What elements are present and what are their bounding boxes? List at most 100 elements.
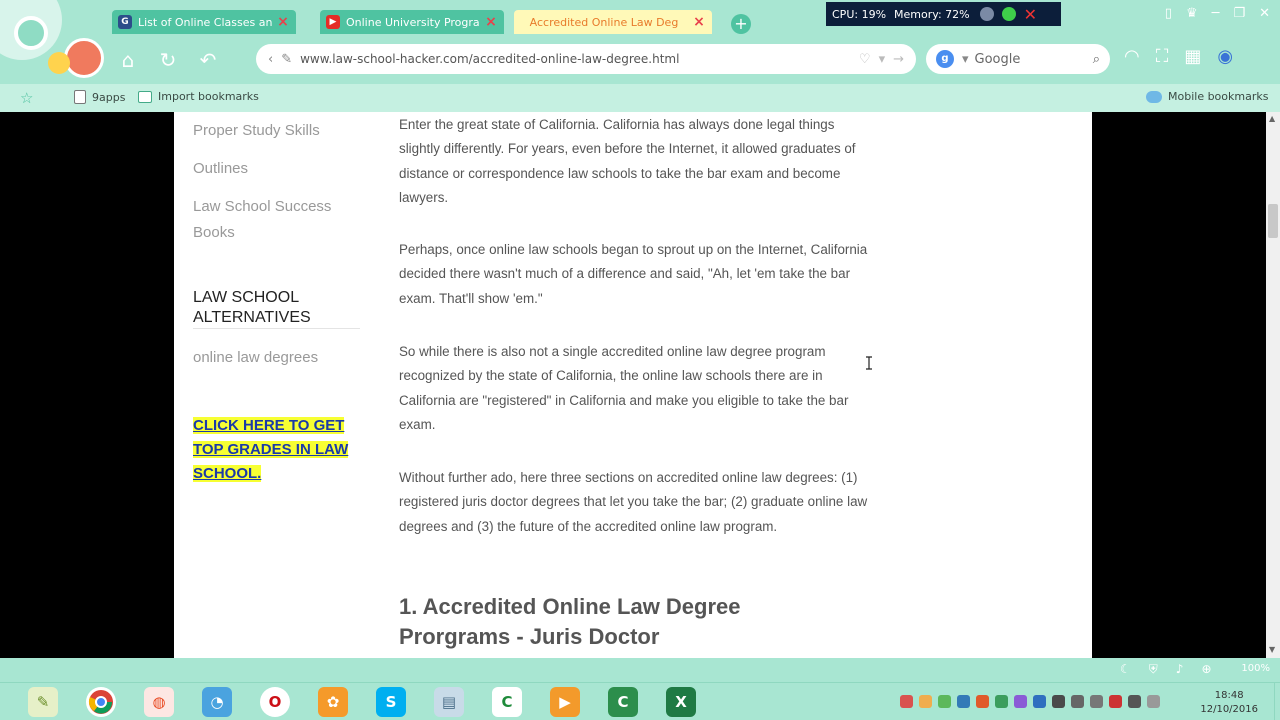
scrollbar[interactable]: ▲ ▼ <box>1266 112 1280 658</box>
tray-app-icon[interactable] <box>1014 695 1027 708</box>
heart-icon[interactable]: ♡ <box>859 52 871 67</box>
camtasia-recorder-icon[interactable]: C <box>608 687 638 717</box>
tray-app-icon[interactable] <box>919 695 932 708</box>
section-heading: 1. Accredited Online Law Degree Prorgram… <box>399 594 741 649</box>
go-arrow-icon[interactable]: → <box>893 52 904 67</box>
crown-icon[interactable]: ♛ <box>1186 6 1198 21</box>
shield-icon[interactable] <box>1033 695 1046 708</box>
bookmark-import[interactable]: Import bookmarks <box>138 90 259 103</box>
webpage: Proper Study Skills Outlines Law School … <box>174 112 1092 658</box>
scroll-up-icon[interactable]: ▲ <box>1269 114 1275 123</box>
media-player-icon[interactable]: ▶ <box>550 687 580 717</box>
cpu-usage: CPU: 19% <box>832 7 887 21</box>
close-icon[interactable]: × <box>692 14 706 30</box>
cloud-icon <box>1146 90 1162 103</box>
tab-online-classes[interactable]: G List of Online Classes and I × <box>112 10 296 34</box>
taskbar-clock[interactable]: 18:48 12/10/2016 <box>1200 689 1258 717</box>
tab-accredited-law[interactable]: Accredited Online Law Deg × <box>514 10 712 34</box>
tab-online-university[interactable]: ▶ Online University Programs × <box>320 10 504 34</box>
close-icon[interactable]: × <box>276 14 290 30</box>
window-controls: ▯ ♛ ─ ❐ ✕ <box>1165 6 1270 21</box>
tray-app-icon[interactable] <box>938 695 951 708</box>
bookmark-9apps[interactable]: 9apps <box>74 90 125 104</box>
signal-icon[interactable] <box>1128 695 1141 708</box>
scroll-down-icon[interactable]: ▼ <box>1269 645 1275 654</box>
apps-grid-icon[interactable]: ▦ <box>1184 46 1201 67</box>
network-icon[interactable] <box>1109 695 1122 708</box>
refresh-icon[interactable]: ↻ <box>154 46 182 74</box>
new-tab-button[interactable]: + <box>731 14 751 34</box>
wifi-icon[interactable]: ◠ <box>1124 46 1140 67</box>
tab-title: Online University Programs <box>346 15 480 29</box>
fullscreen-icon[interactable]: ⛶ <box>1156 46 1169 67</box>
search-box[interactable]: g ▾ Google ⌕ <box>926 44 1110 74</box>
close-icon[interactable]: × <box>484 14 498 30</box>
home-icon[interactable]: ⌂ <box>114 46 142 74</box>
scrollbar-thumb[interactable] <box>1268 204 1278 238</box>
restore-icon[interactable]: ❐ <box>1233 6 1245 21</box>
battery-icon[interactable] <box>1071 695 1084 708</box>
paragraph: Enter the great state of California. Cal… <box>399 117 856 206</box>
gear-icon[interactable] <box>979 7 994 21</box>
cta-text[interactable]: CLICK HERE TO GET TOP GRADES IN LAW SCHO… <box>193 417 349 482</box>
tray-app-icon[interactable] <box>976 695 989 708</box>
browser-app-icon[interactable]: ◍ <box>144 687 174 717</box>
right-toolbar: ◠ ⛶ ▦ ◉ <box>1124 46 1233 67</box>
zoom-icon[interactable]: ⊕ <box>1201 662 1211 677</box>
tray-app-icon[interactable] <box>900 695 913 708</box>
memory-usage: Memory: 72% <box>894 7 970 21</box>
bluetooth-icon[interactable] <box>1052 695 1065 708</box>
skin-icon[interactable]: ▯ <box>1165 6 1172 21</box>
camtasia-icon[interactable]: C <box>492 687 522 717</box>
status-icon[interactable] <box>1001 7 1016 21</box>
undo-icon[interactable]: ↶ <box>194 46 222 74</box>
close-window-icon[interactable]: ✕ <box>1259 6 1270 21</box>
chrome-icon[interactable] <box>86 687 116 717</box>
skype-icon[interactable]: S <box>376 687 406 717</box>
address-bar[interactable]: ‹ ✎ www.law-school-hacker.com/accredited… <box>256 44 916 74</box>
night-mode-icon[interactable]: ☾ <box>1120 662 1131 677</box>
dropdown-chevron-icon[interactable]: ▾ <box>879 52 886 67</box>
keyboard-icon[interactable] <box>1147 695 1160 708</box>
url-text[interactable]: www.law-school-hacker.com/accredited-onl… <box>300 52 851 66</box>
text-cursor-icon <box>866 356 872 370</box>
tray-app-icon[interactable] <box>957 695 970 708</box>
opera-icon[interactable]: O <box>260 687 290 717</box>
chat-app-icon[interactable]: ◔ <box>202 687 232 717</box>
notes-app-icon[interactable]: ▤ <box>434 687 464 717</box>
tab-favicon: G <box>118 15 132 29</box>
uc-browser-icon[interactable]: ✿ <box>318 687 348 717</box>
sidebar-link-study-skills[interactable]: Proper Study Skills <box>193 118 320 144</box>
bookmark-label: Import bookmarks <box>158 90 259 103</box>
zoom-level[interactable]: 100% <box>1241 663 1270 674</box>
tab-title: List of Online Classes and I <box>138 15 272 29</box>
show-desktop-button[interactable] <box>1274 683 1280 720</box>
search-icon[interactable]: ⌕ <box>1093 52 1100 67</box>
taskbar: ✎ ◍ ◔ O ✿ S ▤ C ▶ C X 18:48 12/10/2016 <box>0 682 1280 720</box>
star-icon[interactable]: ☆ <box>20 89 33 107</box>
volume-icon[interactable] <box>1090 695 1103 708</box>
sidebar-link-success-books[interactable]: Law School Success Books <box>193 194 343 246</box>
back-chevron-icon[interactable]: ‹ <box>268 52 273 67</box>
sidebar-link-outlines[interactable]: Outlines <box>193 156 248 182</box>
tray-app-icon[interactable] <box>995 695 1008 708</box>
site-security-icon[interactable]: ✎ <box>281 52 292 67</box>
excel-icon[interactable]: X <box>666 687 696 717</box>
chevron-down-icon[interactable]: ▾ <box>962 52 969 67</box>
bookmark-mobile[interactable]: Mobile bookmarks <box>1146 90 1268 103</box>
import-icon <box>138 90 152 103</box>
bookmark-label: Mobile bookmarks <box>1168 90 1269 103</box>
shield-icon[interactable]: ⛨ <box>1149 662 1158 677</box>
close-icon[interactable]: ✕ <box>1024 5 1037 24</box>
divider <box>193 328 360 329</box>
volume-icon[interactable]: ♪ <box>1176 662 1184 677</box>
search-input[interactable]: Google <box>975 52 1093 67</box>
paragraph: Without further ado, here three sections… <box>399 470 868 534</box>
tab-bar: G List of Online Classes and I × ▶ Onlin… <box>0 0 1280 42</box>
search-engine-icon[interactable]: g <box>936 50 954 68</box>
sidebar-link-online-law-degrees[interactable]: online law degrees <box>193 345 318 371</box>
paint-app-icon[interactable]: ✎ <box>28 687 58 717</box>
menu-icon[interactable]: ◉ <box>1217 46 1233 67</box>
minimize-icon[interactable]: ─ <box>1212 6 1220 21</box>
cta-link[interactable]: CLICK HERE TO GET TOP GRADES IN LAW SCHO… <box>193 414 353 486</box>
